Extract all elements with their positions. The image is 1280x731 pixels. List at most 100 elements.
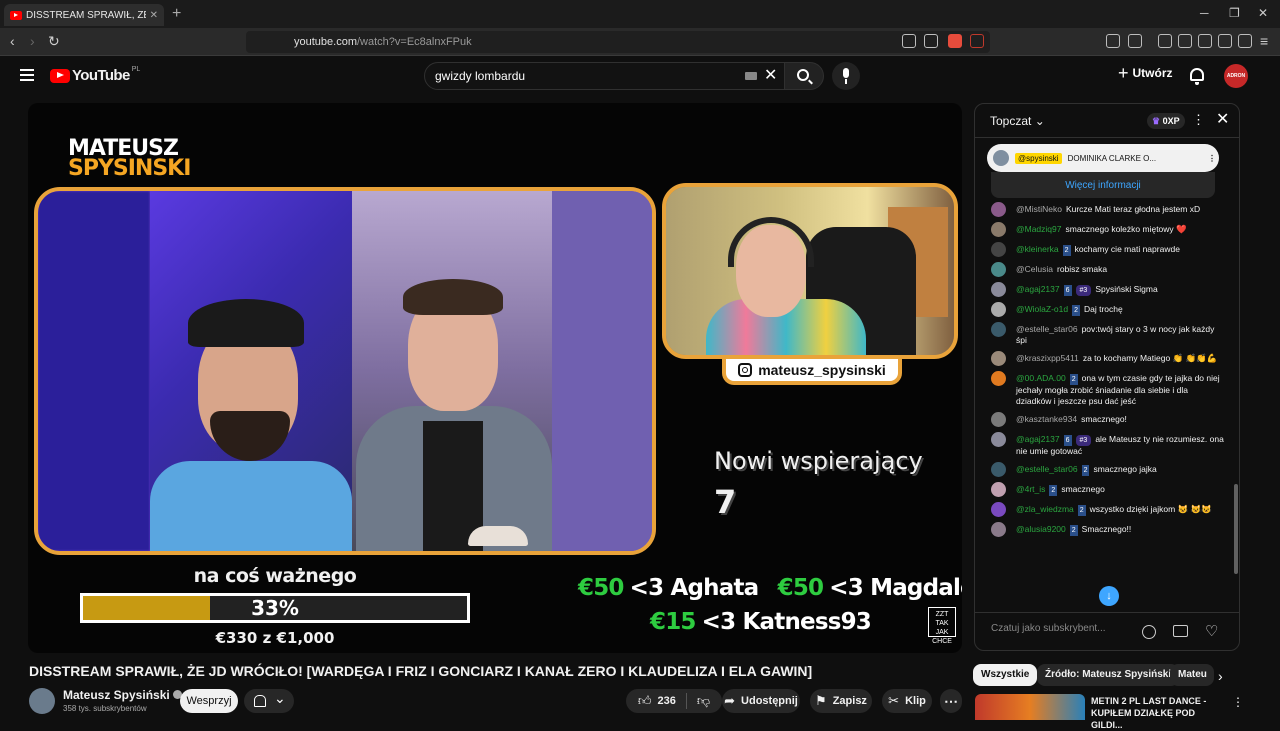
heart-icon[interactable]: ♡ [1205,622,1218,640]
chat-username[interactable]: @alusia9200 [1016,524,1066,534]
chat-message[interactable]: @4rt_is 2 smacznego [975,482,1231,497]
chat-username[interactable]: @kraszixpp5411 [1016,353,1079,363]
voice-search-button[interactable] [832,62,860,90]
chat-avatar [991,412,1006,427]
pinned-avatar [993,150,1009,166]
share-button[interactable]: ➦ Udostępnij [722,689,800,713]
browser-menu-icon[interactable]: ≡ [1260,33,1268,49]
screenshot-icon[interactable] [1128,34,1142,48]
notification-settings-button[interactable] [244,689,294,713]
recommended-options-icon[interactable]: ⋮ [1232,695,1244,709]
chat-message[interactable]: @kasztanke934 smacznego! [975,412,1231,427]
chat-username[interactable]: @agaj2137 [1016,434,1060,444]
forward-icon[interactable]: › [30,33,35,49]
chat-username[interactable]: @WiolaZ-o1d [1016,304,1068,314]
chat-username[interactable]: @00.ADA.00 [1016,373,1066,383]
notifications-bell-icon[interactable] [1190,68,1204,85]
clear-search-icon[interactable]: ✕ [764,65,777,85]
chat-message[interactable]: @Celusia robisz smaka [975,262,1231,277]
chat-message[interactable]: @kleinerka 2 kochamy cie mati naprawde [975,242,1231,257]
video-player[interactable]: MATEUSZ SPYSINSKI mateusz_spysinski Nowi… [28,103,962,653]
chat-input[interactable]: Czatuj jako subskrybent... [991,623,1141,634]
chat-username[interactable]: @kasztanke934 [1016,414,1077,424]
chat-message[interactable]: @Madziq97 smacznego koleżko miętowy ❤️ [975,222,1231,237]
close-chat-icon[interactable]: ✕ [1216,109,1229,129]
scroll-to-bottom-icon[interactable]: ↓ [1099,586,1119,606]
support-button[interactable]: Wesprzyj [180,689,238,713]
chat-username[interactable]: @estelle_star06 [1016,464,1078,474]
extensions-icon[interactable] [1106,34,1120,48]
chat-options-icon[interactable]: ⋮ [1192,112,1205,128]
browser-tab[interactable]: DISSTREAM SPRAWIŁ, ŻE JD W ✕ [4,4,164,26]
new-tab-icon[interactable]: + [172,5,181,23]
chat-username[interactable]: @zla_wiedzma [1016,504,1074,514]
music-icon[interactable] [1158,34,1172,48]
chat-scrollbar[interactable] [1234,484,1238,574]
open-in-app-icon[interactable] [902,34,916,48]
chip-source[interactable]: Źródło: Mateusz Spysiński [1037,664,1180,686]
search-input[interactable]: gwizdy lombardu [424,62,786,90]
chip-channel[interactable]: Mateu [1170,664,1214,686]
address-bar[interactable]: youtube.com/watch?v=Ec8alnxFPuk [246,31,990,53]
channel-avatar[interactable] [29,688,55,714]
xp-badge[interactable]: ♛ 0XP [1147,113,1185,129]
save-button[interactable]: ⚑ Zapisz [810,689,872,713]
chat-message[interactable]: @zla_wiedzma 2 wszystko dzięki jajkom 😺 😺😺 [975,502,1231,517]
chat-username[interactable]: @MistiNeko [1016,204,1062,214]
create-button[interactable]: + Utwórz [1118,64,1173,82]
goal-label: na coś ważnego [193,565,357,587]
chat-message[interactable]: @alusia9200 2 Smacznego!! [975,522,1231,537]
keyboard-icon[interactable] [745,72,757,80]
channel-name[interactable]: Mateusz Spysiński [63,688,182,702]
minimize-icon[interactable]: ─ [1200,6,1209,20]
chat-message[interactable]: @00.ADA.00 2 ona w tym czasie gdy te jajka… [975,371,1231,407]
wallet-icon[interactable] [1198,34,1212,48]
window-close-icon[interactable]: ✕ [1258,6,1268,20]
hamburger-menu-icon[interactable] [20,69,34,81]
super-chat-icon[interactable] [1173,625,1188,637]
more-actions-icon[interactable]: ⋯ [940,689,962,713]
leo-ai-icon[interactable] [1218,34,1232,48]
chat-message[interactable]: @MistiNeko Kurcze Mati teraz głodna jeste… [975,202,1231,217]
chat-message[interactable]: @estelle_star06 2 smacznego jajka [975,462,1231,477]
rewards-icon[interactable] [970,34,984,48]
reload-icon[interactable]: ↻ [48,33,60,50]
share-page-icon[interactable] [924,34,938,48]
maximize-icon[interactable]: ❐ [1229,6,1240,20]
sidebar-icon[interactable] [1178,34,1192,48]
more-info-link[interactable]: Więcej informacji [991,180,1215,191]
pinned-options-icon[interactable]: ⋮ [1205,154,1219,163]
chat-username[interactable]: @4rt_is [1016,484,1045,494]
chat-username[interactable]: @agaj2137 [1016,284,1060,294]
recommended-thumbnail[interactable] [975,694,1085,720]
brave-shield-icon[interactable] [948,34,962,48]
chip-all[interactable]: Wszystkie [973,664,1038,686]
dislike-icon[interactable]: 👎︎ [697,693,710,709]
chat-message[interactable]: @agaj2137 6 #3 Spysiński Sigma [975,282,1231,297]
new-supporters-count: 7 [714,483,737,521]
clip-button[interactable]: ✂ Klip [882,689,932,713]
tab-close-icon[interactable]: ✕ [150,10,158,21]
search-button[interactable] [784,62,824,90]
emoji-icon[interactable] [1142,625,1156,639]
chat-message[interactable]: @kraszixpp5411 za to kochamy Matiego 👏 👏👏… [975,351,1231,366]
chat-username[interactable]: @kleinerka [1016,244,1059,254]
like-count[interactable]: 236 [658,695,676,707]
chat-username[interactable]: @estelle_star06 [1016,324,1078,334]
chat-message-body: @kleinerka 2 kochamy cie mati naprawde [1016,244,1225,256]
chat-username[interactable]: @Celusia [1016,264,1053,274]
recommended-title[interactable]: METIN 2 PL LAST DANCE - KUPIŁEM DZIAŁKĘ … [1091,695,1227,731]
chat-username[interactable]: @Madziq97 [1016,224,1061,234]
chat-message[interactable]: @WiolaZ-o1d 2 Daj trochę [975,302,1231,317]
pinned-message[interactable]: @spysinski DOMINIKA CLARKE O... ⋮ [987,144,1219,172]
youtube-logo[interactable]: YouTube PL [50,66,140,84]
chat-mode-dropdown[interactable]: Topczat ⌄ [990,114,1045,128]
like-icon[interactable]: 👍︎ [638,693,652,709]
vpn-icon[interactable] [1238,34,1252,48]
user-avatar[interactable]: ADRON [1224,64,1248,88]
chevron-right-icon[interactable]: › [1218,668,1223,684]
chat-text: Kurcze Mati teraz głodna jestem xD [1065,204,1201,214]
chat-message[interactable]: @estelle_star06 pov:twój stary o 3 w nocy… [975,322,1231,346]
chat-message[interactable]: @agaj2137 6 #3 ale Mateusz ty nie rozumiesz… [975,432,1231,457]
back-icon[interactable]: ‹ [10,33,15,49]
